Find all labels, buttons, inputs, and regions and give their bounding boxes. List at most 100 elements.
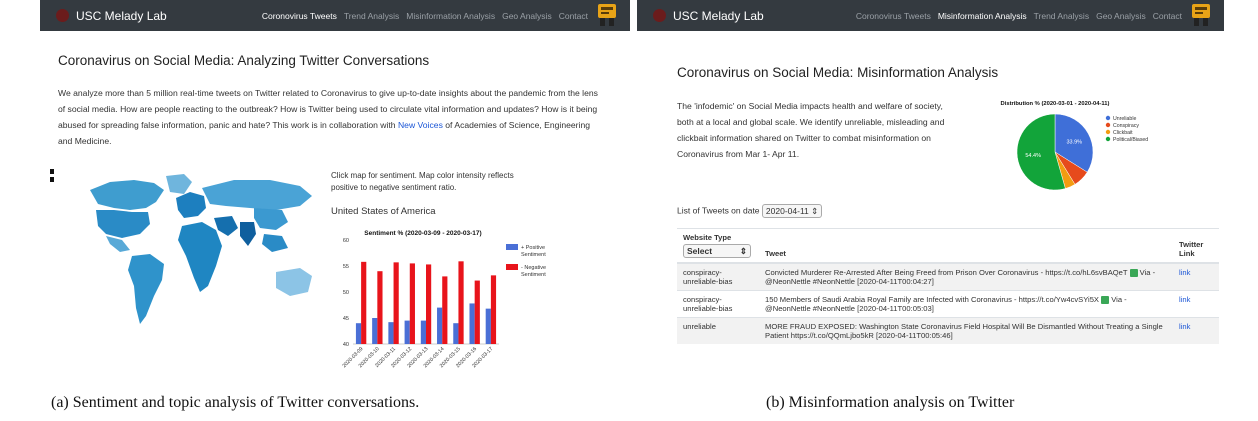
nav-item-misinformation-analysis[interactable]: Misinformation Analysis bbox=[406, 11, 495, 21]
brand-name: USC Melady Lab bbox=[76, 8, 167, 23]
positive-sentiment-bar[interactable] bbox=[485, 308, 491, 344]
positive-sentiment-bar[interactable] bbox=[355, 323, 362, 344]
legend-label: Conspiracy bbox=[1113, 123, 1139, 129]
select-arrows-icon: ⇕ bbox=[811, 206, 819, 216]
brand[interactable]: USC Melady Lab bbox=[56, 0, 167, 31]
positive-sentiment-bar[interactable] bbox=[469, 303, 475, 344]
y-tick-label: 50 bbox=[343, 290, 349, 296]
world-sentiment-map[interactable] bbox=[50, 168, 330, 348]
cell-link: link bbox=[1173, 317, 1219, 344]
positive-sentiment-bar[interactable] bbox=[404, 320, 410, 344]
map-region-greenland[interactable] bbox=[166, 174, 192, 194]
negative-sentiment-bar[interactable] bbox=[426, 264, 432, 344]
nav-item-geo-analysis[interactable]: Geo Analysis bbox=[1096, 11, 1146, 21]
table-row: conspiracy-unreliable-bias 150 Members o… bbox=[677, 290, 1219, 318]
date-select-value: 2020-04-11 bbox=[765, 206, 809, 216]
negative-sentiment-bar[interactable] bbox=[458, 261, 464, 344]
negative-sentiment-bar[interactable] bbox=[409, 263, 415, 344]
bar-chart-title: Sentiment % (2020-03-09 - 2020-03-17) bbox=[364, 230, 481, 237]
zoom-in-control[interactable] bbox=[50, 169, 54, 174]
tweet-link[interactable]: link bbox=[1179, 268, 1190, 277]
cell-link: link bbox=[1173, 290, 1219, 318]
lab-logo-icon bbox=[653, 9, 666, 22]
legend-label: Political/Biased bbox=[1113, 137, 1148, 143]
legend-swatch bbox=[1105, 122, 1111, 128]
map-region-africa[interactable] bbox=[178, 222, 222, 292]
website-type-filter[interactable]: Select ⇕ bbox=[683, 244, 751, 258]
cell-link: link bbox=[1173, 262, 1219, 291]
map-region-russia-asia[interactable] bbox=[202, 180, 312, 210]
tweet-link[interactable]: link bbox=[1179, 295, 1190, 304]
intro-paragraph: The 'infodemic' on Social Media impacts … bbox=[677, 101, 945, 159]
map-region-china[interactable] bbox=[254, 208, 288, 230]
nav-item-trend-analysis[interactable]: Trend Analysis bbox=[344, 11, 399, 21]
nav-item-trend-analysis[interactable]: Trend Analysis bbox=[1034, 11, 1089, 21]
caption-a: (a) Sentiment and topic analysis of Twit… bbox=[51, 394, 420, 411]
map-hint: Click map for sentiment. Map color inten… bbox=[331, 171, 514, 192]
legend-swatch bbox=[1105, 129, 1111, 135]
map-region-australia[interactable] bbox=[276, 268, 312, 296]
cell-tweet: MORE FRAUD EXPOSED: Washington State Cor… bbox=[759, 317, 1173, 344]
nav-item-misinformation-analysis[interactable]: Misinformation Analysis bbox=[938, 11, 1027, 21]
filter-value: Select bbox=[687, 246, 713, 256]
selected-country: United States of America bbox=[331, 206, 436, 217]
positive-sentiment-bar[interactable] bbox=[420, 320, 426, 344]
tweets-table: Website Type Select ⇕ Tweet Twitter Link… bbox=[677, 228, 1219, 344]
new-voices-badge-icon[interactable] bbox=[598, 4, 616, 26]
column-tweet: Tweet bbox=[759, 228, 1173, 264]
table-row: unreliable MORE FRAUD EXPOSED: Washingto… bbox=[677, 317, 1219, 344]
legend-label: Unreliable bbox=[1113, 116, 1136, 122]
pie-data-label: 33.9% bbox=[1066, 139, 1082, 145]
negative-sentiment-bar[interactable] bbox=[377, 271, 383, 344]
table-row: conspiracy-unreliable-bias Convicted Mur… bbox=[677, 262, 1219, 291]
brand[interactable]: USC Melady Lab bbox=[653, 0, 764, 31]
navbar: USC Melady Lab Coronovirus Tweets Trend … bbox=[40, 0, 630, 31]
zoom-out-control[interactable] bbox=[50, 177, 54, 182]
map-region-europe[interactable] bbox=[176, 192, 206, 218]
date-select[interactable]: 2020-04-11 ⇕ bbox=[761, 204, 823, 218]
new-voices-badge-icon[interactable] bbox=[1192, 4, 1210, 26]
legend-swatch bbox=[506, 264, 518, 270]
map-region-india[interactable] bbox=[240, 222, 256, 246]
negative-sentiment-bar[interactable] bbox=[474, 280, 480, 344]
legend-label: + Positive Sentiment bbox=[521, 245, 546, 258]
nav-item-contact[interactable]: Contact bbox=[1153, 11, 1182, 21]
tweet-link[interactable]: link bbox=[1179, 322, 1190, 331]
positive-sentiment-bar[interactable] bbox=[388, 322, 394, 344]
check-mark-icon bbox=[1129, 269, 1138, 277]
tweet-text: 150 Members of Saudi Arabia Royal Family… bbox=[765, 295, 1099, 304]
caption-b: (b) Misinformation analysis on Twitter bbox=[766, 394, 1015, 411]
map-region-southeast-asia[interactable] bbox=[262, 234, 288, 252]
cell-tweet: 150 Members of Saudi Arabia Royal Family… bbox=[759, 290, 1173, 318]
cell-website-type: conspiracy-unreliable-bias bbox=[677, 262, 759, 291]
positive-sentiment-bar[interactable] bbox=[372, 318, 378, 344]
positive-sentiment-bar[interactable] bbox=[437, 307, 443, 344]
column-twitter-link: Twitter Link bbox=[1173, 228, 1219, 264]
map-region-canada[interactable] bbox=[90, 180, 164, 210]
brand-name: USC Melady Lab bbox=[673, 8, 764, 23]
negative-sentiment-bar[interactable] bbox=[393, 262, 399, 344]
date-label: List of Tweets on date bbox=[677, 205, 760, 216]
map-region-middle-east[interactable] bbox=[214, 216, 238, 236]
bar-chart-ticks: 2020-03-092020-03-102020-03-112020-03-12… bbox=[342, 346, 495, 369]
page-title: Coronavirus on Social Media: Misinformat… bbox=[677, 65, 999, 80]
nav-item-geo-analysis[interactable]: Geo Analysis bbox=[502, 11, 552, 21]
nav-item-contact[interactable]: Contact bbox=[559, 11, 588, 21]
new-voices-link[interactable]: New Voices bbox=[398, 120, 443, 130]
legend-label: - Negative Sentiment bbox=[521, 265, 546, 278]
distribution-pie-chart: Distribution % (2020-03-01 - 2020-04-11)… bbox=[1001, 101, 1148, 191]
map-region-mexico[interactable] bbox=[106, 236, 130, 252]
nav-item-coronavirus-tweets[interactable]: Coronovirus Tweets bbox=[262, 11, 337, 21]
negative-sentiment-bar[interactable] bbox=[490, 275, 497, 344]
map-region-south-america[interactable] bbox=[128, 254, 164, 324]
negative-sentiment-bar[interactable] bbox=[361, 261, 367, 344]
navbar: USC Melady Lab Coronovirus Tweets Misinf… bbox=[637, 0, 1224, 31]
y-tick-label: 60 bbox=[343, 238, 349, 244]
cell-website-type: unreliable bbox=[677, 317, 759, 344]
nav-item-coronavirus-tweets[interactable]: Coronovirus Tweets bbox=[856, 11, 931, 21]
lab-logo-icon bbox=[56, 9, 69, 22]
positive-sentiment-bar[interactable] bbox=[453, 323, 459, 344]
map-region-usa[interactable] bbox=[96, 210, 150, 238]
date-filter: List of Tweets on date 2020-04-11 ⇕ bbox=[677, 204, 823, 218]
negative-sentiment-bar[interactable] bbox=[442, 276, 448, 344]
